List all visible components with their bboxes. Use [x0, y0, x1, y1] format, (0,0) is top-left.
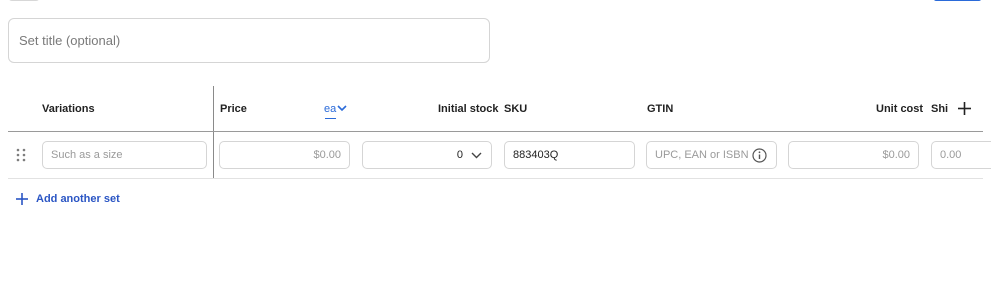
- sku-value: 883403Q: [513, 149, 559, 161]
- chevron-down-icon: [471, 152, 482, 159]
- chevron-down-icon[interactable]: [337, 104, 347, 112]
- plus-icon[interactable]: [957, 101, 972, 116]
- top-left-control-edge: [8, 0, 40, 1]
- variation-name-input[interactable]: Such as a size: [42, 141, 207, 169]
- gtin-input[interactable]: UPC, EAN or ISBN: [646, 141, 777, 169]
- header-variations: Variations: [42, 103, 95, 115]
- sku-input[interactable]: 883403Q: [504, 141, 635, 169]
- gtin-placeholder: UPC, EAN or ISBN: [655, 149, 749, 161]
- add-another-set-button[interactable]: Add another set: [36, 193, 120, 205]
- shipping-input[interactable]: 0.00: [931, 141, 991, 169]
- header-initial-stock: Initial stock: [438, 103, 499, 115]
- header-gtin: GTIN: [647, 103, 674, 115]
- header-unit-cost: Unit cost: [876, 103, 924, 115]
- info-icon[interactable]: [752, 148, 767, 163]
- top-right-button-edge[interactable]: [934, 0, 981, 1]
- column-divider: [213, 86, 214, 178]
- header-sku: SKU: [504, 103, 528, 115]
- shipping-placeholder: 0.00: [940, 149, 962, 161]
- initial-stock-value: 0: [456, 149, 463, 161]
- row-divider: [8, 178, 983, 179]
- variation-name-placeholder: Such as a size: [51, 149, 123, 161]
- plus-icon[interactable]: [15, 192, 29, 206]
- header-divider: [8, 131, 983, 132]
- price-placeholder: $0.00: [313, 149, 341, 161]
- header-shipping: Shi: [931, 103, 949, 115]
- initial-stock-select[interactable]: 0: [362, 141, 492, 169]
- drag-handle-icon[interactable]: [16, 148, 26, 162]
- price-input[interactable]: $0.00: [219, 141, 350, 169]
- unit-cost-input[interactable]: $0.00: [788, 141, 919, 169]
- unit-selector-underline: [325, 118, 336, 119]
- unit-selector-label[interactable]: ea: [324, 103, 336, 115]
- unit-cost-placeholder: $0.00: [882, 149, 910, 161]
- header-price: Price: [220, 103, 247, 115]
- set-title-input[interactable]: [8, 18, 490, 63]
